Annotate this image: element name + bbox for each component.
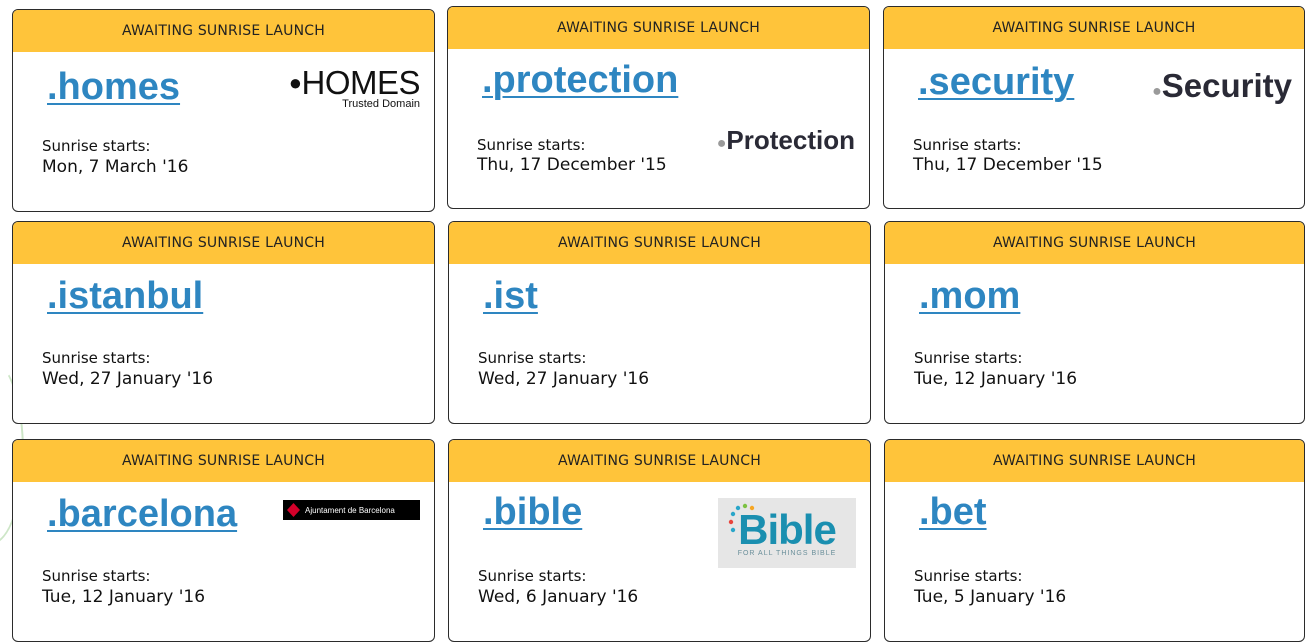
tld-link[interactable]: .bible [483, 491, 582, 534]
tld-link[interactable]: .security [918, 61, 1074, 104]
sunrise-label: Sunrise starts: [42, 137, 151, 155]
tld-card-protection: AWAITING SUNRISE LAUNCH .protection ●Pro… [447, 6, 870, 209]
sunrise-label: Sunrise starts: [42, 349, 151, 367]
tld-link[interactable]: .istanbul [47, 275, 203, 318]
dots-icon [728, 503, 755, 533]
tld-card-bet: AWAITING SUNRISE LAUNCH .bet Sunrise sta… [884, 439, 1305, 642]
tld-card-mom: AWAITING SUNRISE LAUNCH .mom Sunrise sta… [884, 221, 1305, 424]
barcelona-logo: Ajuntament de Barcelona [283, 500, 420, 520]
sunrise-date: Wed, 27 January '16 [478, 369, 650, 389]
status-banner: AWAITING SUNRISE LAUNCH [884, 7, 1304, 49]
tld-card-bible: AWAITING SUNRISE LAUNCH .bible Bible FOR… [448, 439, 871, 642]
sunrise-label: Sunrise starts: [478, 349, 587, 367]
protection-logo: ●Protection [716, 125, 855, 155]
logo-text: Ajuntament de Barcelona [305, 505, 395, 515]
status-banner: AWAITING SUNRISE LAUNCH [13, 440, 434, 482]
sunrise-date: Tue, 5 January '16 [914, 587, 1067, 607]
tld-card-homes: AWAITING SUNRISE LAUNCH .homes ●HOMES Tr… [12, 9, 435, 212]
shield-icon [287, 503, 300, 517]
sunrise-date: Thu, 17 December '15 [477, 155, 667, 175]
logo-text: Protection [726, 125, 855, 155]
sunrise-date: Tue, 12 January '16 [42, 587, 206, 607]
sunrise-label: Sunrise starts: [477, 136, 586, 154]
tld-link[interactable]: .mom [919, 275, 1020, 318]
tld-link[interactable]: .bet [919, 491, 987, 534]
status-banner: AWAITING SUNRISE LAUNCH [885, 440, 1304, 482]
sunrise-date: Tue, 12 January '16 [914, 369, 1078, 389]
tld-link[interactable]: .ist [483, 275, 538, 318]
status-banner: AWAITING SUNRISE LAUNCH [13, 222, 434, 264]
sunrise-label: Sunrise starts: [914, 349, 1023, 367]
status-banner: AWAITING SUNRISE LAUNCH [449, 222, 870, 264]
tld-card-ist: AWAITING SUNRISE LAUNCH .ist Sunrise sta… [448, 221, 871, 424]
logo-text: HOMES [301, 64, 420, 101]
sunrise-label: Sunrise starts: [914, 567, 1023, 585]
bible-logo: Bible FOR ALL THINGS BIBLE [718, 498, 856, 568]
status-banner: AWAITING SUNRISE LAUNCH [448, 7, 869, 49]
tld-link[interactable]: .homes [47, 66, 180, 109]
logo-text: Security [1161, 67, 1292, 104]
sunrise-label: Sunrise starts: [42, 567, 151, 585]
status-banner: AWAITING SUNRISE LAUNCH [449, 440, 870, 482]
tld-card-barcelona: AWAITING SUNRISE LAUNCH .barcelona Ajunt… [12, 439, 435, 642]
sunrise-label: Sunrise starts: [478, 567, 587, 585]
sunrise-date: Mon, 7 March '16 [42, 157, 189, 177]
tld-link[interactable]: .protection [482, 59, 678, 102]
sunrise-label: Sunrise starts: [913, 136, 1022, 154]
sunrise-date: Wed, 6 January '16 [478, 587, 639, 607]
status-banner: AWAITING SUNRISE LAUNCH [885, 222, 1304, 264]
tld-card-istanbul: AWAITING SUNRISE LAUNCH .istanbul Sunris… [12, 221, 435, 424]
logo-tagline: FOR ALL THINGS BIBLE [737, 549, 837, 557]
sunrise-date: Thu, 17 December '15 [913, 155, 1103, 175]
security-logo: ●Security [1152, 67, 1292, 104]
tld-link[interactable]: .barcelona [47, 493, 237, 536]
sunrise-date: Wed, 27 January '16 [42, 369, 214, 389]
tld-card-security: AWAITING SUNRISE LAUNCH .security ●Secur… [883, 6, 1305, 209]
homes-logo: ●HOMES Trusted Domain [288, 64, 421, 110]
status-banner: AWAITING SUNRISE LAUNCH [13, 10, 434, 52]
